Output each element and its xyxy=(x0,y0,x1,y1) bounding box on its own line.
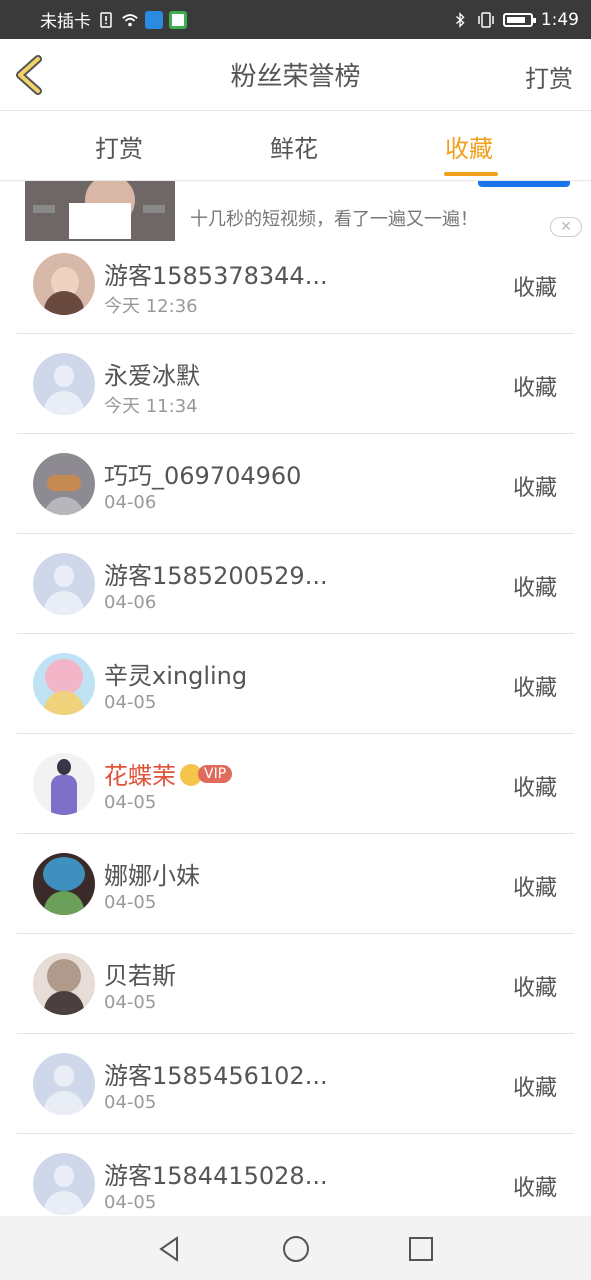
page-title: 粉丝荣誉榜 xyxy=(230,62,361,92)
user-name: 永爱冰默 xyxy=(104,362,200,390)
avatar xyxy=(33,1153,95,1215)
ad-banner[interactable]: 十几秒的短视频，看了一遍又一遍！ ✕ xyxy=(0,181,591,241)
tab-active-indicator xyxy=(444,172,498,176)
avatar xyxy=(33,853,95,915)
home-circle-icon[interactable] xyxy=(281,1234,311,1264)
list-item[interactable]: 游客1585456102... 04-05 收藏 xyxy=(0,1034,591,1134)
vip-badge: VIP xyxy=(198,765,233,783)
ad-cta-strip[interactable] xyxy=(478,181,570,187)
ad-text: 十几秒的短视频，看了一遍又一遍！ xyxy=(190,209,478,230)
list-item[interactable]: 游客1585378344... 今天 12:36 收藏 xyxy=(0,234,591,334)
list-item[interactable]: 永爱冰默 今天 11:34 收藏 xyxy=(0,334,591,434)
user-name: 巧巧_069704960 xyxy=(104,462,302,490)
timestamp: 今天 11:34 xyxy=(104,396,198,417)
action-label: 收藏 xyxy=(512,276,557,301)
list-item[interactable]: 辛灵xingling 04-05 收藏 xyxy=(0,634,591,734)
list-item[interactable]: 游客1585200529... 04-06 收藏 xyxy=(0,534,591,634)
avatar xyxy=(33,753,95,815)
list-item[interactable]: 花蝶茉 VIP 04-05 收藏 xyxy=(0,734,591,834)
timestamp: 04-05 xyxy=(104,792,157,813)
avatar xyxy=(33,453,95,515)
reward-button[interactable]: 打赏 xyxy=(525,59,573,94)
user-name: 游客1584415028... xyxy=(104,1162,328,1190)
tab-flowers[interactable]: 鲜花 xyxy=(270,129,318,164)
avatar xyxy=(33,253,95,315)
action-label: 收藏 xyxy=(512,1176,557,1201)
user-name: 娜娜小妹 xyxy=(104,862,200,890)
action-label: 收藏 xyxy=(512,876,557,901)
app-header: 粉丝荣誉榜 打赏 xyxy=(0,39,591,111)
action-label: 收藏 xyxy=(512,676,557,701)
timestamp: 04-05 xyxy=(104,1092,157,1113)
tab-favorites[interactable]: 收藏 xyxy=(445,129,493,164)
timestamp: 今天 12:36 xyxy=(104,296,198,317)
vibrate-icon xyxy=(478,11,494,28)
avatar xyxy=(33,953,95,1015)
back-triangle-icon[interactable] xyxy=(155,1234,185,1264)
action-label: 收藏 xyxy=(512,776,557,801)
action-label: 收藏 xyxy=(512,476,557,501)
recents-square-icon[interactable] xyxy=(406,1234,436,1264)
timestamp: 04-05 xyxy=(104,992,157,1013)
avatar xyxy=(33,1053,95,1115)
user-name: 辛灵xingling xyxy=(104,662,248,690)
user-name: 游客1585200529... xyxy=(104,562,328,590)
avatar xyxy=(33,653,95,715)
timestamp: 04-05 xyxy=(104,892,157,913)
battery-icon xyxy=(502,12,536,27)
status-bar: 未插卡 1:49 xyxy=(0,0,591,39)
app-notification-icon xyxy=(145,10,163,29)
avatar xyxy=(33,553,95,615)
user-name-text: 花蝶茉 xyxy=(104,762,176,790)
fan-list: 游客1585378344... 今天 12:36 收藏 永爱冰默 今天 11:3… xyxy=(0,234,591,1234)
tab-reward[interactable]: 打赏 xyxy=(95,129,143,164)
wifi-icon xyxy=(122,13,138,26)
carrier-label: 未插卡 xyxy=(40,12,91,32)
user-name: 花蝶茉 VIP xyxy=(104,756,233,791)
app-notification-icon-2 xyxy=(169,10,187,29)
action-label: 收藏 xyxy=(512,976,557,1001)
user-name: 游客1585456102... xyxy=(104,1062,328,1090)
avatar xyxy=(33,353,95,415)
chevron-left-icon[interactable] xyxy=(12,55,52,95)
system-nav-bar xyxy=(0,1216,591,1280)
timestamp: 04-05 xyxy=(104,1192,157,1213)
timestamp: 04-05 xyxy=(104,692,157,713)
action-label: 收藏 xyxy=(512,376,557,401)
user-name: 贝若斯 xyxy=(104,962,176,990)
tab-bar: 打赏 鲜花 收藏 xyxy=(0,111,591,181)
clock: 1:49 xyxy=(540,9,579,30)
bluetooth-icon xyxy=(455,11,465,28)
sim-alert-icon xyxy=(100,11,112,28)
list-item[interactable]: 巧巧_069704960 04-06 收藏 xyxy=(0,434,591,534)
list-item[interactable]: 娜娜小妹 04-05 收藏 xyxy=(0,834,591,934)
ad-thumbnail xyxy=(25,181,175,241)
action-label: 收藏 xyxy=(512,1076,557,1101)
timestamp: 04-06 xyxy=(104,492,157,513)
action-label: 收藏 xyxy=(512,576,557,601)
list-item[interactable]: 贝若斯 04-05 收藏 xyxy=(0,934,591,1034)
timestamp: 04-06 xyxy=(104,592,157,613)
user-name: 游客1585378344... xyxy=(104,262,328,290)
